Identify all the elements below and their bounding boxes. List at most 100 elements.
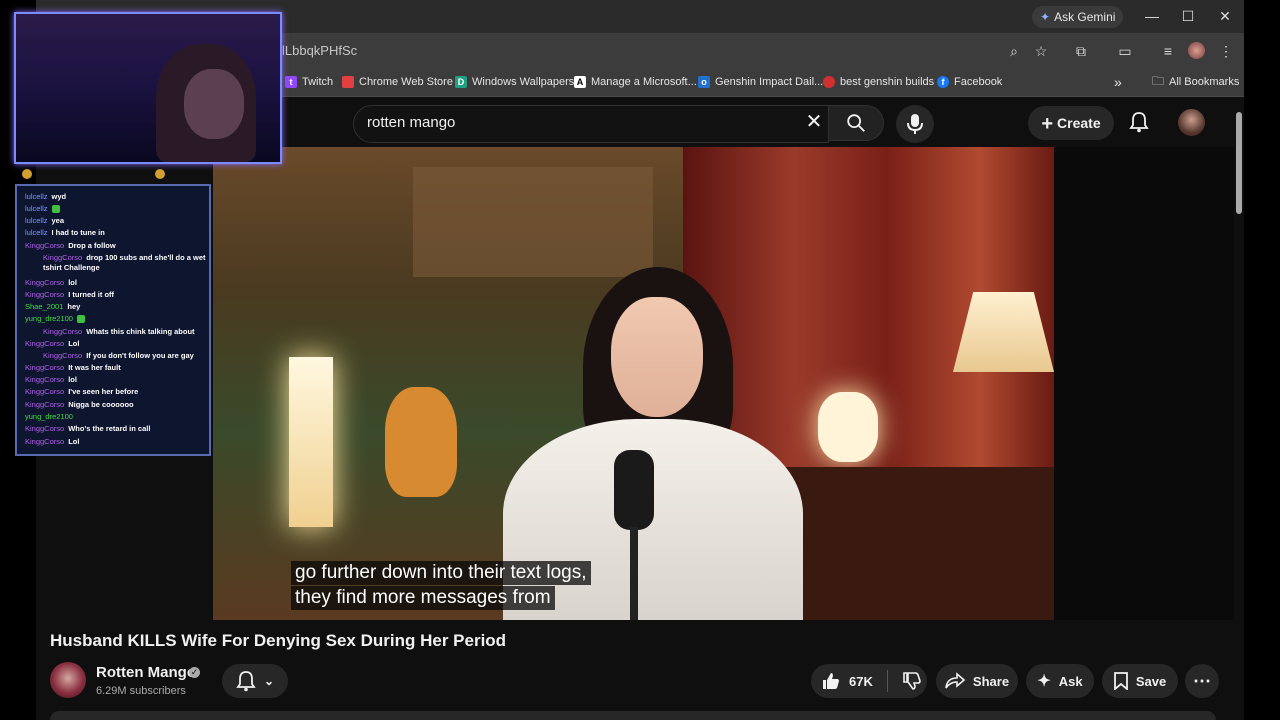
chat-username: yung_dre2100 (25, 412, 73, 421)
chat-text: Lol (68, 339, 80, 348)
bell-icon (236, 671, 256, 692)
microphone-stand (630, 527, 638, 620)
chat-username: KinggCorso (25, 375, 65, 384)
ask-gemini-button[interactable]: ✦ Ask Gemini (1032, 6, 1124, 28)
clear-search-icon[interactable]: ✕ (802, 110, 826, 134)
chat-message: KinggCorso I turned it off (25, 290, 205, 300)
bookmark-label: Twitch (302, 76, 334, 88)
bookmark-windows-wallpapers[interactable]: D Windows Wallpapers (455, 73, 574, 91)
bookmark-facebook[interactable]: f Facebook (937, 73, 1002, 91)
bookmark-twitch[interactable]: t Twitch (285, 73, 333, 91)
close-window-button[interactable]: ✕ (1211, 5, 1239, 27)
bookmark-genshin-builds[interactable]: best genshin builds (823, 73, 934, 91)
folder-icon: 🗀 (1152, 73, 1165, 88)
subscribed-notifications-button[interactable]: ⌄ (222, 664, 288, 698)
video-player[interactable] (213, 147, 1054, 620)
chat-message: yung_dre2100 (25, 314, 205, 324)
save-button[interactable]: Save (1102, 664, 1178, 698)
chat-username: KinggCorso (25, 363, 65, 372)
chat-message: KinggCorso It was her fault (25, 363, 205, 373)
like-button[interactable]: 67K (821, 671, 873, 691)
voice-search-button[interactable] (896, 105, 934, 143)
search-button[interactable] (828, 105, 884, 141)
video-title: Husband KILLS Wife For Denying Sex Durin… (50, 631, 507, 650)
bookmark-label: Genshin Impact Dail... (715, 76, 824, 88)
chat-username: KinggCorso (43, 327, 83, 336)
subscriber-count: 6.29M subscribers (96, 685, 186, 697)
create-label: Create (1057, 115, 1101, 131)
url-text[interactable]: lLbbqkPHfSc (282, 43, 357, 58)
chat-message: lulcellz wyd (25, 192, 205, 202)
chat-message: lulcellz (25, 204, 205, 214)
chat-username: KinggCorso (43, 351, 83, 360)
notifications-button[interactable] (1127, 110, 1151, 134)
bookmark-icon (1113, 672, 1128, 690)
bookmark-label: Facebook (954, 76, 1003, 88)
orange-beehive-shape (385, 387, 457, 497)
overlay-ornament-right (155, 169, 165, 179)
chat-message: lulcellz I had to tune in (25, 228, 205, 238)
microphone-icon (907, 114, 923, 134)
zoom-icon[interactable]: ⌕ (1004, 41, 1024, 61)
chat-username: KinggCorso (25, 437, 65, 446)
caption-line-2: they find more messages from (291, 586, 555, 610)
chrome-web-store-icon (342, 76, 354, 88)
chat-username: KinggCorso (25, 290, 65, 299)
share-button[interactable]: Share (936, 664, 1018, 698)
chat-text: yea (51, 216, 65, 225)
chat-username: Shae_2001 (25, 302, 64, 311)
chat-username: KinggCorso (25, 387, 65, 396)
host-face (611, 297, 703, 417)
chat-username: lulcellz (25, 216, 48, 225)
account-avatar[interactable] (1178, 109, 1205, 136)
genshin-builds-icon (823, 76, 835, 88)
bookmark-label: Windows Wallpapers (472, 76, 575, 88)
menu-kebab-icon[interactable]: ⋮ (1216, 41, 1236, 61)
bookmark-label: Manage a Microsoft... (591, 76, 697, 88)
ask-gemini-label: Ask Gemini (1054, 10, 1116, 24)
more-actions-button[interactable]: ⋯ (1185, 664, 1219, 698)
bookmark-genshin-daily[interactable]: o Genshin Impact Dail... (698, 73, 823, 91)
bookmark-microsoft[interactable]: A Manage a Microsoft... (574, 73, 697, 91)
overlay-ornament-left (22, 169, 32, 179)
all-bookmarks-button[interactable]: 🗀 All Bookmarks (1152, 73, 1239, 91)
bookmark-star-icon[interactable]: ☆ (1031, 41, 1051, 61)
search-input-value[interactable]: rotten mango (367, 114, 455, 131)
streamer-face (184, 69, 244, 139)
floor-lamp (289, 357, 333, 527)
like-dislike-group: 67K (811, 664, 927, 698)
verified-check-icon: ✓ (189, 667, 200, 678)
bell-icon (1129, 112, 1149, 133)
channel-name[interactable]: Rotten Mango (96, 664, 196, 681)
create-button[interactable]: + Create (1028, 106, 1114, 140)
extensions-icon[interactable]: ⧉ (1071, 41, 1091, 61)
scrollbar-thumb[interactable] (1236, 112, 1242, 214)
chat-text: I've seen her before (68, 387, 139, 396)
cast-icon[interactable]: ▭ (1115, 41, 1135, 61)
bookmark-chrome-web-store[interactable]: Chrome Web Store (342, 73, 453, 91)
microphone (614, 450, 654, 530)
profile-avatar-icon[interactable] (1188, 42, 1205, 59)
chat-message: KinggCorso lol (25, 278, 205, 288)
chat-text: It was her fault (68, 363, 121, 372)
streamer-webcam-overlay (14, 12, 282, 164)
ask-button[interactable]: ✦ Ask (1026, 664, 1094, 698)
chat-text: I turned it off (68, 290, 115, 299)
chat-text: Nigga be coooooo (68, 400, 134, 409)
chat-text: lol (68, 375, 77, 384)
minimize-button[interactable]: — (1138, 5, 1166, 27)
media-control-icon[interactable]: ≡ (1158, 41, 1178, 61)
more-bookmarks-button[interactable]: » (1114, 73, 1122, 91)
microsoft-icon: A (574, 76, 586, 88)
share-icon (945, 672, 965, 689)
chat-text: If you don't follow you are gay (86, 351, 194, 360)
channel-avatar[interactable] (50, 662, 86, 698)
maximize-button[interactable]: ☐ (1174, 5, 1202, 27)
chat-message: KinggCorso lol (25, 375, 205, 385)
chat-username: lulcellz (25, 204, 48, 213)
chat-username: yung_dre2100 (25, 314, 73, 323)
chevron-down-icon: ⌄ (263, 674, 275, 688)
more-horizontal-icon: ⋯ (1193, 670, 1211, 691)
chat-emote-icon (76, 315, 85, 324)
thumbs-down-icon[interactable] (902, 671, 922, 691)
